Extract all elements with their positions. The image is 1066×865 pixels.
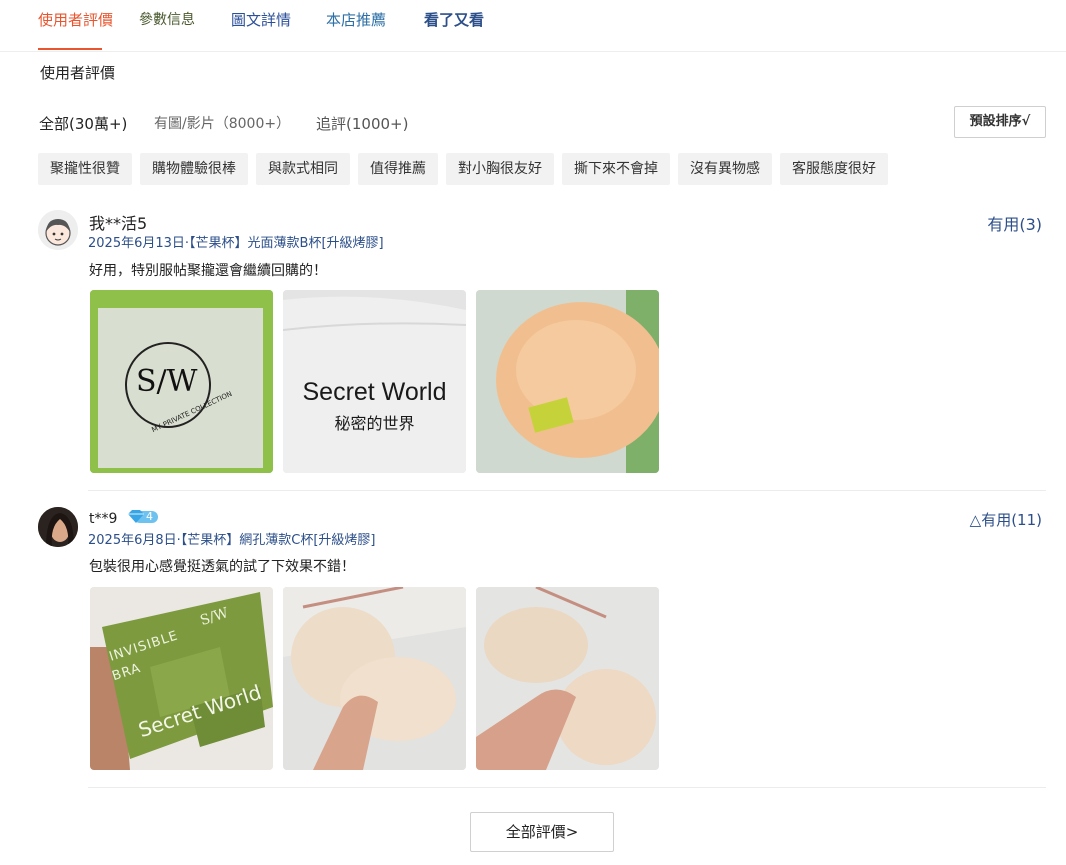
review-photo[interactable]: S/W MY PRIVATE COLLECTION [90, 290, 273, 473]
review-divider [88, 787, 1046, 788]
review-photo[interactable] [476, 587, 659, 770]
review-photos: S/W MY PRIVATE COLLECTION Secret World 秘… [90, 290, 659, 473]
reviewer-name: t**9 4 [89, 509, 160, 529]
review-comment: 包裝很用心感覺挺透氣的試了下效果不錯！ [89, 559, 355, 575]
filter-all[interactable]: 全部(30萬+) [39, 114, 127, 134]
diamond-level-number: 4 [146, 510, 153, 523]
all-reviews-button[interactable]: 全部評價> [470, 812, 614, 852]
section-title: 使用者評價 [40, 64, 116, 82]
tab-store-recommendations[interactable]: 本店推薦 [326, 10, 386, 30]
diamond-icon [127, 510, 158, 523]
brand-subtitle: 秘密的世界 [334, 414, 415, 433]
tag-chip[interactable]: 客服態度很好 [780, 153, 888, 185]
tag-chip[interactable]: 購物體驗很棒 [140, 153, 248, 185]
review-photo[interactable] [476, 290, 659, 473]
reviewer-name: 我**活5 [89, 214, 148, 233]
tag-chip[interactable]: 值得推薦 [358, 153, 438, 185]
user-photo-avatar [38, 507, 78, 547]
tab-bar: 使用者評價 參數信息 圖文詳情 本店推薦 看了又看 [0, 0, 1066, 52]
tab-detail-images[interactable]: 圖文詳情 [231, 10, 291, 30]
review-photo[interactable]: Secret World 秘密的世界 [283, 290, 466, 473]
filter-with-media[interactable]: 有圖/影片（8000+） [154, 114, 290, 134]
avatar[interactable] [38, 210, 78, 250]
tab-user-reviews[interactable]: 使用者評價 [38, 10, 113, 30]
review-photo[interactable] [283, 587, 466, 770]
helpful-button[interactable]: 有用(3) [987, 211, 1042, 235]
review-meta: 2025年6月8日·【芒果杯】網孔薄款C杯[升級烤膠] [88, 533, 376, 548]
filter-followup[interactable]: 追評(1000+) [316, 114, 408, 134]
tag-chip[interactable]: 與款式相同 [256, 153, 350, 185]
review-photos: INVISIBLE BRA Secret World S/W [90, 587, 659, 770]
sort-button[interactable]: 預設排序√ [954, 106, 1046, 138]
tag-chip-list: 聚攏性很贊 購物體驗很棒 與款式相同 值得推薦 對小胸很友好 撕下來不會掉 沒有… [38, 153, 888, 185]
tag-chip[interactable]: 沒有異物感 [678, 153, 772, 185]
tag-chip[interactable]: 聚攏性很贊 [38, 153, 132, 185]
mesh-pad-photo [283, 587, 466, 770]
review-comment: 好用，特別服帖聚攏還會繼續回購的！ [89, 263, 327, 279]
helpful-button[interactable]: △有用(11) [970, 509, 1042, 530]
mesh-pad-photo [476, 587, 659, 770]
tab-also-viewed[interactable]: 看了又看 [424, 10, 484, 30]
reviewer-name-text: t**9 [89, 511, 118, 527]
review-divider [88, 490, 1046, 491]
review-photo[interactable]: INVISIBLE BRA Secret World S/W [90, 587, 273, 770]
cartoon-avatar-icon [38, 210, 78, 250]
tab-specifications[interactable]: 參數信息 [139, 10, 195, 30]
tag-chip[interactable]: 撕下來不會掉 [562, 153, 670, 185]
package-logo: S/W [136, 364, 198, 399]
silicone-pad-photo [476, 290, 659, 473]
active-tab-indicator [38, 48, 102, 50]
tag-chip[interactable]: 對小胸很友好 [446, 153, 554, 185]
brand-text: Secret World [302, 378, 447, 406]
review-meta: 2025年6月13日·【芒果杯】光面薄款B杯[升級烤膠] [88, 236, 384, 251]
diamond-level-badge [126, 509, 160, 529]
avatar[interactable] [38, 507, 78, 547]
